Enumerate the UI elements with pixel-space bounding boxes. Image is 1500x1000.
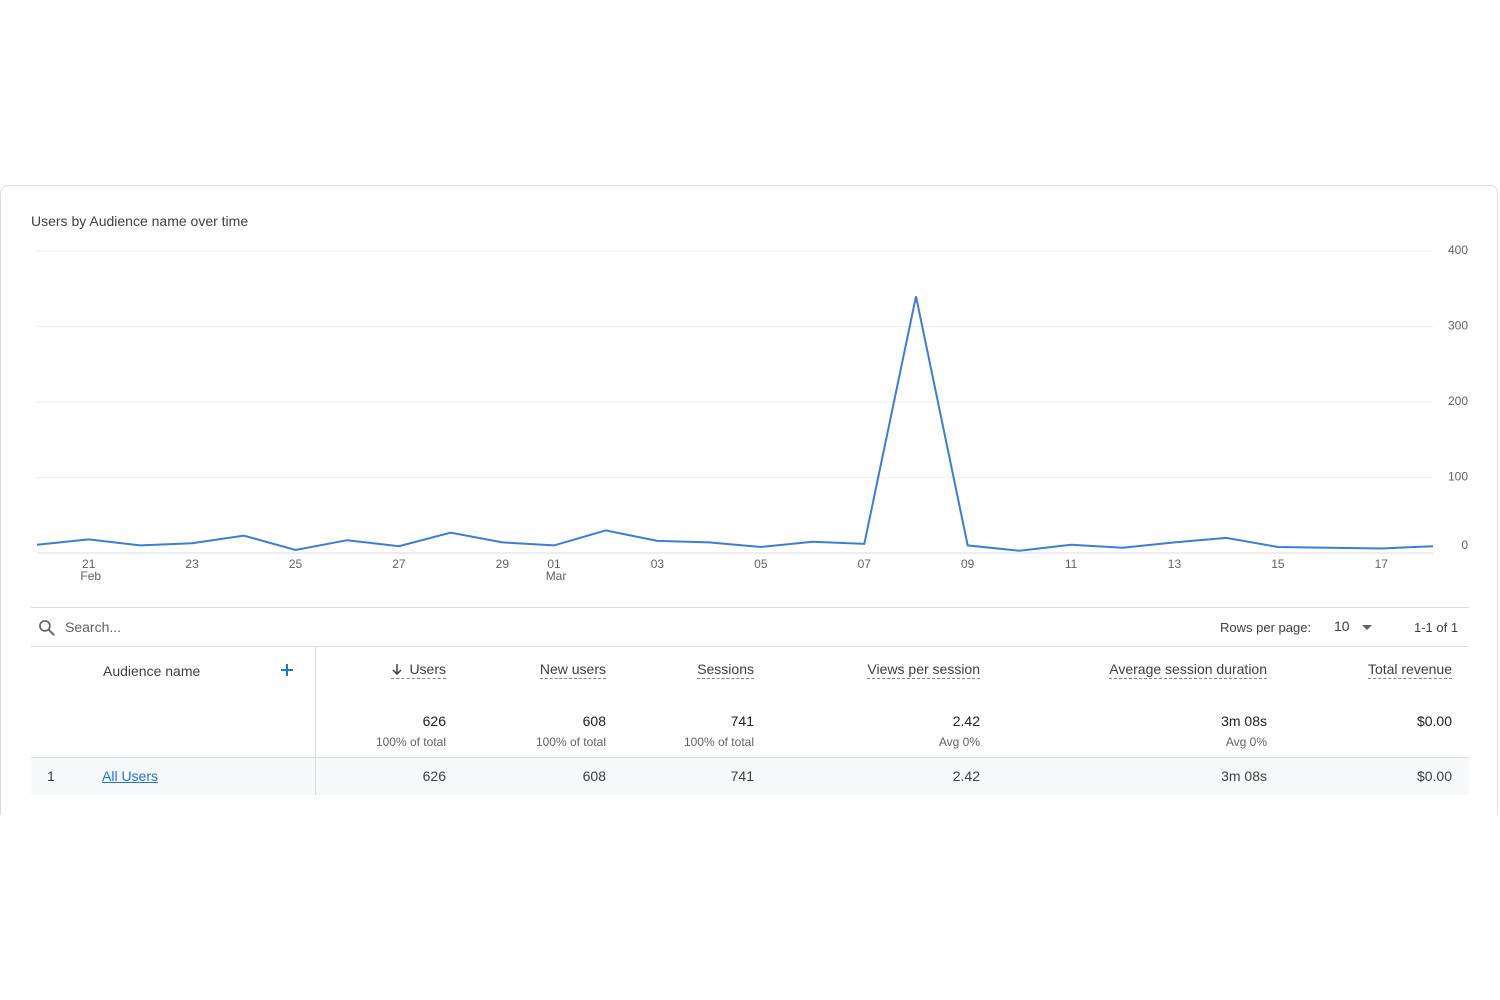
x-tick-label: 23 xyxy=(185,557,199,571)
cell-new-users: 608 xyxy=(582,768,606,784)
search-icon xyxy=(39,620,55,636)
total-users: 626 xyxy=(422,713,446,729)
total-sessions: 741 xyxy=(730,713,754,729)
x-tick-label: 03 xyxy=(651,557,665,571)
cell-users: 626 xyxy=(422,768,446,784)
y-tick-label: 100 xyxy=(1448,470,1468,484)
line-chart: 010020030040021Feb23 25 27 29 01Mar03 05 07 09 1… xyxy=(36,243,1468,583)
x-tick-month-label: Feb xyxy=(80,569,101,583)
cell-views-per-session: 2.42 xyxy=(952,768,980,784)
column-header-users[interactable]: Users xyxy=(391,661,446,679)
column-header-total-revenue[interactable]: Total revenue xyxy=(1367,661,1452,679)
x-tick-label: 07 xyxy=(858,557,872,571)
y-tick-label: 300 xyxy=(1448,319,1468,333)
total-views-per-session-sub: Avg 0% xyxy=(938,735,980,749)
pagination-range: 1-1 of 1 xyxy=(1414,620,1459,635)
total-avg-session-duration-sub: Avg 0% xyxy=(1225,735,1267,749)
x-tick-label: 27 xyxy=(392,557,406,571)
table-toolbar: Rows per page: 10 1-1 of 1 xyxy=(31,607,1469,647)
column-header-views-per-session[interactable]: Views per session xyxy=(867,661,980,679)
x-tick-label: 05 xyxy=(754,557,768,571)
arrow-down-icon xyxy=(392,664,402,675)
chart-title: Users by Audience name over time xyxy=(31,213,249,229)
column-divider xyxy=(315,647,316,795)
column-header-new-users[interactable]: New users xyxy=(539,661,606,679)
x-tick-label: 11 xyxy=(1065,557,1078,571)
x-tick-label: 13 xyxy=(1168,557,1182,571)
report-card: Users by Audience name over time 0 100 200… xyxy=(0,185,1498,815)
total-new-users: 608 xyxy=(582,713,606,729)
y-tick-label: 200 xyxy=(1448,394,1468,408)
series-line-users xyxy=(36,296,1434,552)
total-views-per-session: 2.42 xyxy=(952,713,980,729)
total-avg-session-duration: 3m 08s xyxy=(1221,713,1267,729)
cell-avg-session-duration: 3m 08s xyxy=(1221,768,1267,784)
column-label: Users xyxy=(409,661,446,677)
audience-link-all-users[interactable]: All Users xyxy=(102,768,158,784)
y-tick-label: 0 xyxy=(1461,538,1468,552)
x-tick-label: 09 xyxy=(961,557,975,571)
cell-total-revenue: $0.00 xyxy=(1416,768,1452,784)
add-dimension-icon[interactable] xyxy=(279,662,295,678)
x-tick-label: 17 xyxy=(1375,557,1389,571)
x-tick-label: 15 xyxy=(1271,557,1285,571)
table-header: Audience name Users New users Sessions V… xyxy=(31,647,1469,758)
rows-per-page-label: Rows per page: xyxy=(1220,620,1312,635)
y-tick-label: 400 xyxy=(1448,243,1468,257)
table-row: 1 All Users 626 608 741 2.42 3m 08s $0.0… xyxy=(31,758,1469,795)
total-revenue: $0.00 xyxy=(1416,713,1452,729)
x-tick-label: 29 xyxy=(496,557,510,571)
column-header-sessions[interactable]: Sessions xyxy=(697,661,754,679)
total-new-users-sub: 100% of total xyxy=(535,735,606,749)
dimension-header[interactable]: Audience name xyxy=(103,663,200,679)
row-index: 1 xyxy=(47,768,55,784)
x-tick-month-label: Mar xyxy=(546,569,567,583)
total-users-sub: 100% of total xyxy=(375,735,446,749)
column-header-avg-session-duration[interactable]: Average session duration xyxy=(1109,661,1267,679)
caret-down-icon[interactable] xyxy=(1362,625,1372,630)
search-input[interactable] xyxy=(65,616,465,638)
x-tick-label: 25 xyxy=(289,557,303,571)
total-sessions-sub: 100% of total xyxy=(683,735,754,749)
cell-sessions: 741 xyxy=(730,768,754,784)
